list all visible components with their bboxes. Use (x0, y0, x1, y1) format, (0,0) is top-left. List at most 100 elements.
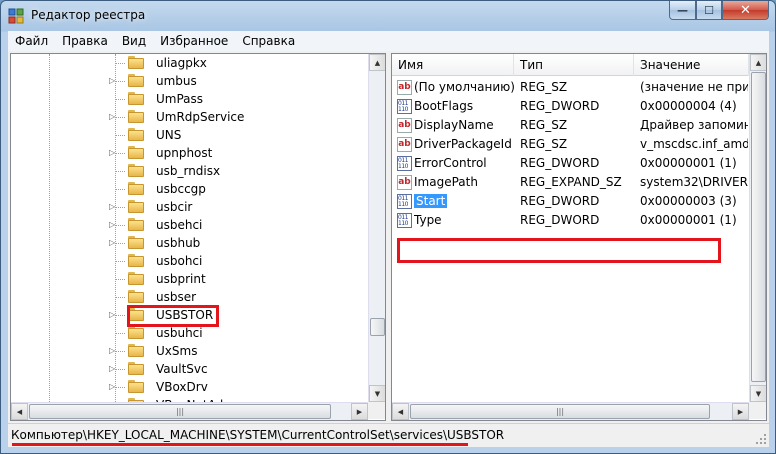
scroll-down-button[interactable]: ▼ (369, 385, 385, 402)
tree-horizontal-scrollbar[interactable]: ◀ ||| ▶ (11, 402, 368, 420)
tree-item[interactable]: ▷ umbus (11, 72, 368, 90)
menu-help[interactable]: Справка (235, 31, 302, 51)
column-header-name[interactable]: Имя (392, 54, 514, 76)
tree-item-label: UmRdpService (156, 110, 245, 124)
scroll-right-button[interactable]: ▶ (732, 403, 749, 420)
expand-arrow-icon[interactable]: ▷ (109, 77, 115, 85)
tree-item-label: usbcir (156, 200, 193, 214)
value-row[interactable]: 011 110 Type REG_DWORD 0x00000001 (1) (392, 211, 749, 230)
expand-arrow-icon[interactable]: ▷ (109, 365, 115, 373)
registry-key-tree[interactable]: uliagpkx ▷ umbus UmPass ▷ UmRdpService UNS ▷ upn… (10, 53, 386, 421)
value-type-cell: REG_SZ (520, 80, 634, 95)
column-header-type[interactable]: Тип (514, 54, 634, 76)
tree-item[interactable]: ▷ VaultSvc (11, 360, 368, 378)
value-type: REG_SZ (520, 137, 568, 151)
tree-item-label: VaultSvc (156, 362, 208, 376)
menu-file[interactable]: Файл (8, 31, 55, 51)
scrollbar-corner (368, 402, 385, 419)
value-data-cell: Драйвер запоминающего устройства USB (640, 118, 748, 133)
maximize-button[interactable]: ☐ (696, 1, 722, 20)
tree-item[interactable]: ▷ VBoxDrv (11, 378, 368, 396)
tree-item[interactable]: ▷ upnphost (11, 144, 368, 162)
expand-arrow-icon[interactable]: ▷ (109, 113, 115, 121)
expand-arrow-icon[interactable]: ▷ (109, 203, 115, 211)
value-row[interactable]: abDriverPackageId REG_SZ v_mscdsc.inf_amd6… (392, 135, 749, 154)
binary-value-icon: 011 110 (397, 99, 412, 114)
close-button[interactable]: ✕ (722, 1, 769, 20)
scroll-up-button[interactable]: ▲ (369, 54, 385, 71)
value-row[interactable]: 011 110 ErrorControl REG_DWORD 0x00000001 (… (392, 154, 749, 173)
value-type: REG_DWORD (520, 156, 600, 170)
tree-item[interactable]: usbccgp (11, 180, 368, 198)
tree-item[interactable]: UmPass (11, 90, 368, 108)
tree-vertical-scrollbar[interactable]: ▲ ▼ (368, 54, 385, 402)
tree-item-label: usbccgp (156, 182, 206, 196)
tree-item[interactable]: usbser (11, 288, 368, 306)
values-horizontal-scrollbar[interactable]: ◀ ||| ▶ (392, 402, 749, 420)
values-vertical-scrollbar[interactable]: ▲ ▼ (749, 54, 766, 402)
value-data: (значение не присвоено) (640, 80, 748, 94)
value-row[interactable]: abImagePath REG_EXPAND_SZ system32\DRIVERS… (392, 173, 749, 192)
scroll-left-button[interactable]: ◀ (392, 403, 409, 420)
value-type: REG_DWORD (520, 194, 600, 208)
tree-item[interactable]: usbohci (11, 252, 368, 270)
value-name-cell: DriverPackageId (414, 137, 514, 152)
value-name: Type (414, 213, 442, 227)
menu-favorites[interactable]: Избранное (153, 31, 235, 51)
folder-icon (128, 110, 144, 123)
expand-arrow-icon[interactable]: ▷ (109, 347, 115, 355)
tree-item[interactable]: ▷ UmRdpService (11, 108, 368, 126)
title-bar[interactable]: Редактор реестра — ☐ ✕ (1, 1, 775, 31)
tree-item-label: usbohci (156, 254, 203, 268)
scroll-thumb[interactable] (370, 318, 385, 336)
binary-value-icon: 011 110 (397, 213, 412, 228)
folder-icon (128, 200, 144, 213)
expand-arrow-icon[interactable]: ▷ (109, 383, 115, 391)
expand-arrow-icon[interactable]: ▷ (109, 311, 115, 319)
value-row[interactable]: abDisplayName REG_SZ Драйвер запоминающего… (392, 116, 749, 135)
expand-arrow-icon[interactable]: ▷ (109, 221, 115, 229)
scroll-left-button[interactable]: ◀ (11, 403, 28, 420)
binary-value-icon: 011 110 (397, 194, 412, 209)
registry-values-list[interactable]: Имя Тип Значение ab (По умолчанию) REG_SZ (… (391, 53, 767, 421)
menu-bar: Файл Правка Вид Избранное Справка (8, 31, 769, 51)
value-type-cell: REG_SZ (520, 137, 634, 152)
expand-arrow-icon[interactable]: ▷ (109, 239, 115, 247)
value-row[interactable]: 011 110 Start REG_DWORD 0x00000003 (3) (392, 192, 749, 211)
value-row[interactable]: 011 110 BootFlags REG_DWORD 0x00000004 (4) (392, 97, 749, 116)
minimize-button[interactable]: — (669, 1, 696, 20)
value-type: REG_DWORD (520, 213, 600, 227)
menu-edit[interactable]: Правка (55, 31, 115, 51)
value-name-cell: BootFlags (414, 99, 514, 114)
expand-arrow-icon[interactable]: ▷ (109, 149, 115, 157)
tree-connector (115, 63, 125, 64)
tree-item[interactable]: ▷ usbcir (11, 198, 368, 216)
tree-connector (115, 315, 125, 316)
tree-item[interactable]: UNS (11, 126, 368, 144)
tree-item-label: VBoxDrv (156, 380, 208, 394)
scroll-thumb[interactable]: ||| (410, 404, 710, 419)
value-name: (По умолчанию) (414, 80, 514, 94)
column-header-data[interactable]: Значение (634, 54, 749, 76)
value-data-cell: 0x00000001 (1) (640, 156, 748, 171)
folder-icon (128, 236, 144, 249)
tree-item[interactable]: ▷ usbehci (11, 216, 368, 234)
scroll-up-button[interactable]: ▲ (750, 54, 766, 71)
scroll-thumb[interactable]: ||| (29, 404, 331, 419)
tree-item[interactable]: ▷ usbhub (11, 234, 368, 252)
scroll-down-button[interactable]: ▼ (750, 385, 766, 402)
tree-item[interactable]: ▷ UxSms (11, 342, 368, 360)
tree-item[interactable]: usb_rndisx (11, 162, 368, 180)
menu-view[interactable]: Вид (115, 31, 153, 51)
scroll-thumb[interactable] (751, 72, 766, 382)
folder-icon (128, 362, 144, 375)
tree-item-label: UNS (156, 128, 182, 142)
tree-connector (115, 153, 125, 154)
tree-item[interactable]: usbprint (11, 270, 368, 288)
string-value-icon: ab (397, 80, 412, 95)
resize-grip-icon[interactable] (755, 433, 767, 445)
value-row[interactable]: ab(По умолчанию) REG_SZ (значение не присв… (392, 78, 749, 97)
tree-item[interactable]: uliagpkx (11, 54, 368, 72)
folder-icon (128, 128, 144, 141)
scroll-right-button[interactable]: ▶ (351, 403, 368, 420)
